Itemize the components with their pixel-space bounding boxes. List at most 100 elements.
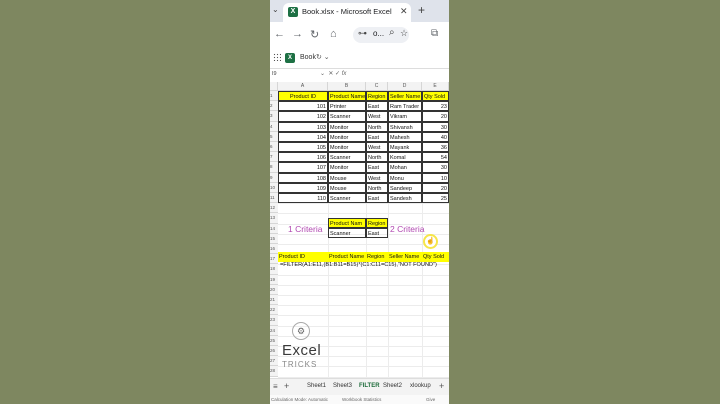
cell-product-name[interactable]: Scanner — [328, 111, 366, 122]
sheet-tab-sheet1[interactable]: Sheet1 — [307, 383, 326, 389]
header-seller-name[interactable]: Seller Name — [388, 91, 422, 102]
cell-product-name[interactable]: Monitor — [328, 142, 366, 153]
cell-product-name[interactable]: Scanner — [328, 152, 366, 163]
row-header[interactable]: 16 — [270, 244, 278, 255]
cell-product-id[interactable]: 110 — [278, 193, 328, 204]
row-header[interactable]: 28 — [270, 366, 278, 377]
cell-product-id[interactable]: 109 — [278, 182, 328, 193]
column-header-c[interactable]: C — [366, 82, 388, 91]
bookmark-star-icon[interactable]: ☆ — [400, 28, 408, 39]
reload-icon[interactable]: ↻ — [310, 28, 319, 41]
cell-product-name[interactable]: Mouse — [328, 182, 366, 193]
cell-qty-sold[interactable]: 23 — [422, 101, 449, 112]
cell-product-id[interactable]: 104 — [278, 131, 328, 142]
add-sheet-left-icon[interactable]: + — [284, 381, 289, 391]
spreadsheet-grid[interactable]: A B C D E 1 2 3 4 5 6 7 8 9 10 11 12 13 14 15 16 17 18 19 2… — [270, 82, 449, 378]
cell-qty-sold[interactable]: 10 — [422, 172, 449, 183]
cell-qty-sold[interactable]: 30 — [422, 162, 449, 173]
tab-list-icon[interactable]: ⌄ — [272, 5, 279, 14]
cell-product-id[interactable]: 102 — [278, 111, 328, 122]
header-product-name[interactable]: Product Name — [328, 91, 366, 102]
row-header[interactable]: 14 — [270, 223, 278, 234]
extensions-icon[interactable]: ⧉ — [431, 28, 438, 39]
sheet-tab-sheet3[interactable]: Sheet3 — [333, 383, 352, 389]
close-tab-icon[interactable]: ✕ — [400, 6, 408, 17]
cell-product-id[interactable]: 105 — [278, 142, 328, 153]
cell-product-name[interactable]: Mouse — [328, 172, 366, 183]
row-header[interactable]: 27 — [270, 356, 278, 367]
app-launcher-icon[interactable] — [273, 53, 281, 61]
cell-seller-name[interactable]: Mahesh — [388, 131, 422, 142]
cell-seller-name[interactable]: Ram Trader — [388, 101, 422, 112]
home-icon[interactable]: ⌂ — [330, 28, 337, 40]
cell-seller-name[interactable]: Mayank — [388, 142, 422, 153]
workbook-name[interactable]: Book — [300, 54, 316, 61]
all-sheets-menu-icon[interactable]: ≡ — [273, 382, 278, 391]
result-header-product-name[interactable]: Product Name — [328, 252, 366, 263]
result-header-seller-name[interactable]: Seller Name — [388, 252, 422, 263]
fx-icon[interactable]: ⌄ ✕ ✓ fx — [320, 70, 346, 77]
cell-product-name[interactable]: Scanner — [328, 193, 366, 204]
cell-seller-name[interactable]: Mohan — [388, 162, 422, 173]
cell-product-name[interactable]: Monitor — [328, 162, 366, 173]
forward-arrow-icon[interactable]: → — [292, 28, 303, 40]
row-header[interactable]: 2 — [270, 101, 278, 112]
result-header-product-id[interactable]: Product ID — [278, 252, 328, 263]
row-header[interactable]: 26 — [270, 346, 278, 357]
cell-seller-name[interactable]: Sandesh — [388, 193, 422, 204]
cell-product-id[interactable]: 106 — [278, 152, 328, 163]
search-icon[interactable]: ⌕ — [389, 27, 395, 38]
header-region[interactable]: Region — [366, 91, 388, 102]
row-header[interactable]: 11 — [270, 193, 278, 204]
site-info-icon[interactable]: ⊶ — [358, 28, 367, 39]
cell-qty-sold[interactable]: 20 — [422, 111, 449, 122]
criteria-header-region[interactable]: Region — [366, 218, 388, 229]
header-qty-sold[interactable]: Qty Sold — [422, 91, 449, 102]
cell-product-name[interactable]: Printer — [328, 101, 366, 112]
row-header[interactable]: 18 — [270, 264, 278, 275]
row-header[interactable]: 15 — [270, 233, 278, 244]
column-header-a[interactable]: A — [278, 82, 328, 91]
sheet-tab-sheet2[interactable]: Sheet2 — [383, 383, 402, 389]
row-header[interactable]: 8 — [270, 162, 278, 173]
row-header[interactable]: 13 — [270, 213, 278, 224]
cell-region[interactable]: East — [366, 193, 388, 204]
cell-region[interactable]: North — [366, 152, 388, 163]
row-header[interactable]: 22 — [270, 305, 278, 316]
criteria-region[interactable]: East — [366, 228, 388, 239]
browser-tab[interactable]: X Book.xlsx - Microsoft Excel Online ✕ — [283, 3, 411, 22]
criteria-header-product-name[interactable]: Product Nam — [328, 218, 366, 229]
cell-region[interactable]: North — [366, 121, 388, 132]
cell-region[interactable]: East — [366, 131, 388, 142]
row-header[interactable]: 7 — [270, 152, 278, 163]
row-header[interactable]: 25 — [270, 335, 278, 346]
cell-region[interactable]: East — [366, 162, 388, 173]
cell-qty-sold[interactable]: 54 — [422, 152, 449, 163]
workbook-statistics[interactable]: Workbook Statistics — [342, 395, 381, 404]
sheet-tab-filter[interactable]: FILTER — [359, 383, 380, 389]
give-feedback-link[interactable]: Give Feedback — [426, 395, 449, 404]
cell-qty-sold[interactable]: 30 — [422, 121, 449, 132]
cell-region[interactable]: West — [366, 111, 388, 122]
row-header[interactable]: 19 — [270, 274, 278, 285]
row-header[interactable]: 9 — [270, 172, 278, 183]
criteria-product-name[interactable]: Scanner — [328, 228, 366, 239]
cell-product-name[interactable]: Monitor — [328, 121, 366, 132]
cell-seller-name[interactable]: Sandeep — [388, 182, 422, 193]
add-sheet-button[interactable]: + — [439, 381, 444, 391]
name-box[interactable]: I9 — [272, 71, 277, 77]
column-header-d[interactable]: D — [388, 82, 422, 91]
sheet-tab-xlookup[interactable]: xlookup — [410, 383, 431, 389]
result-header-qty-sold[interactable]: Qty Sold — [422, 252, 449, 263]
column-header-e[interactable]: E — [422, 82, 449, 91]
row-header[interactable]: 24 — [270, 325, 278, 336]
new-tab-button[interactable]: + — [418, 3, 425, 17]
row-header[interactable]: 23 — [270, 315, 278, 326]
header-product-id[interactable]: Product ID — [278, 91, 328, 102]
cell-seller-name[interactable]: Komal — [388, 152, 422, 163]
cell-product-id[interactable]: 101 — [278, 101, 328, 112]
back-arrow-icon[interactable]: ← — [274, 28, 285, 40]
filter-formula-cell[interactable]: =FILTER(A1:E11,(B1:B11=B15)*(C1:C11=C15)… — [280, 262, 437, 268]
cell-region[interactable]: North — [366, 182, 388, 193]
cell-seller-name[interactable]: Monu — [388, 172, 422, 183]
